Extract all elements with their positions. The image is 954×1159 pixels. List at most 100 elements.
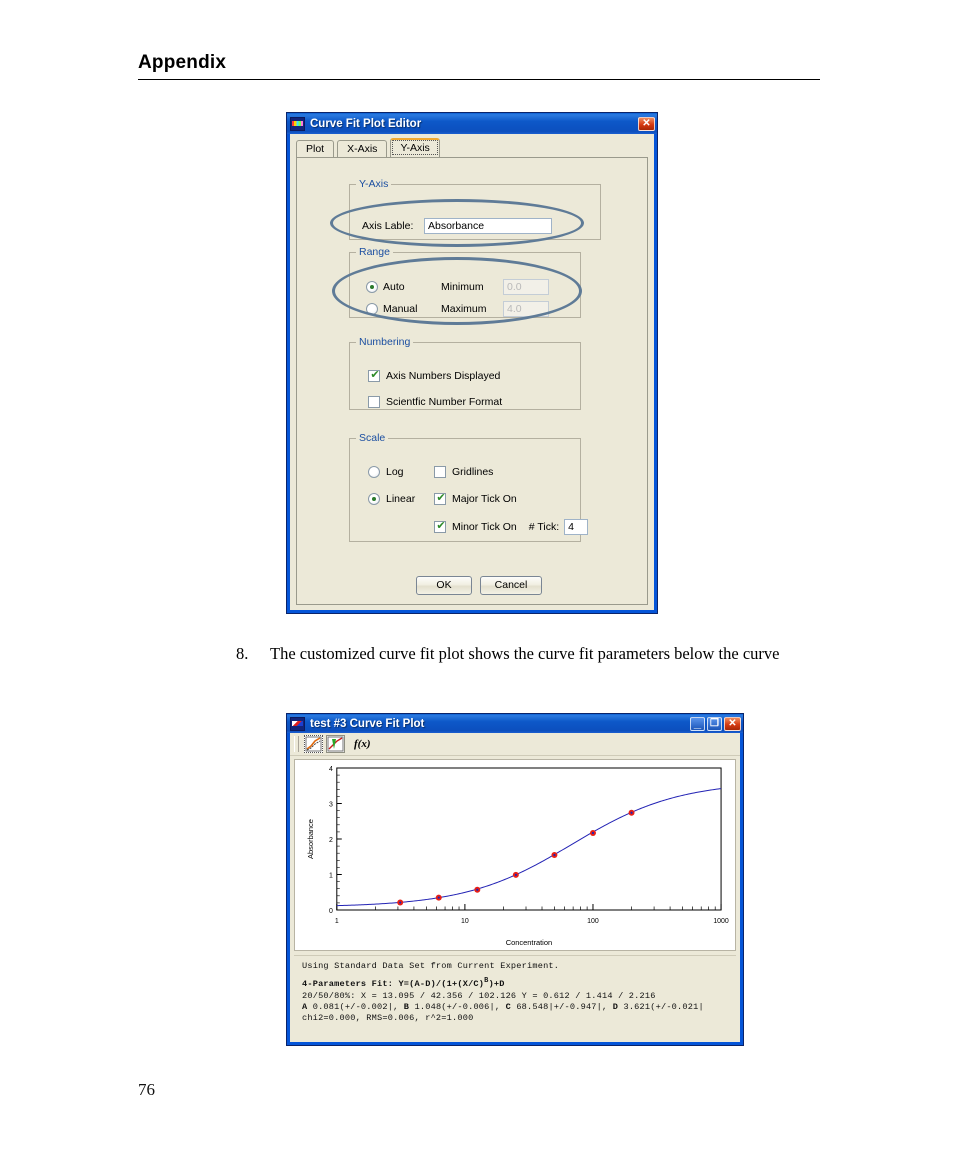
- scientific-format-checkbox[interactable]: [368, 396, 380, 408]
- page-number: 76: [138, 1080, 155, 1099]
- curve-fit-plot-window: test #3 Curve Fit Plot _ ❐ ✕ f(x) 0 1 2 …: [286, 713, 744, 1046]
- maximum-input[interactable]: 4.0: [503, 301, 549, 317]
- log-radio[interactable]: [368, 466, 380, 478]
- curve-fit-icon[interactable]: [326, 735, 345, 753]
- minor-tick-row[interactable]: Minor Tick On # Tick: 4: [434, 519, 589, 535]
- axis-label-input[interactable]: Absorbance: [424, 218, 552, 234]
- chart-canvas: 0 1 2 3 4 1 10 100 1000 Concentration Absorbance: [294, 759, 736, 951]
- axis-numbers-checkbox[interactable]: [368, 368, 381, 382]
- param-c-value: 68.548|+/-0.947|,: [516, 1002, 608, 1013]
- plot-edit-icon[interactable]: [304, 735, 323, 753]
- tab-x-axis[interactable]: X-Axis: [337, 140, 388, 157]
- plot-window-title: test #3 Curve Fit Plot: [310, 717, 425, 730]
- curve-fit-glyph: [327, 736, 344, 752]
- param-b-label: B: [403, 1002, 410, 1013]
- results-fit-prefix: 4-Parameters Fit:: [302, 979, 399, 990]
- svg-text:4: 4: [329, 766, 333, 773]
- fit-results-text: Using Standard Data Set from Current Exp…: [294, 955, 736, 1038]
- ok-button[interactable]: OK: [416, 576, 472, 595]
- tick-count-input[interactable]: 4: [564, 519, 589, 535]
- close-glyph: ✕: [728, 717, 737, 729]
- numbering-group: Numbering Axis Numbers Displayed Scientf…: [349, 336, 581, 410]
- maximize-glyph: ❐: [710, 717, 719, 729]
- y-axis-group-legend: Y-Axis: [359, 178, 389, 190]
- close-icon[interactable]: ✕: [724, 716, 741, 731]
- maximum-label: Maximum: [441, 303, 487, 315]
- auto-radio[interactable]: [366, 281, 378, 293]
- linear-row[interactable]: Linear Major Tick On: [368, 491, 517, 505]
- minimum-label: Minimum: [441, 281, 484, 293]
- major-tick-checkbox[interactable]: [434, 491, 447, 505]
- log-row[interactable]: Log Gridlines: [368, 466, 493, 478]
- svg-text:1: 1: [335, 918, 339, 925]
- minor-tick-checkbox[interactable]: [434, 519, 447, 533]
- axis-label-row: Axis Lable: Absorbance: [362, 218, 552, 234]
- scientific-format-row[interactable]: Scientfic Number Format: [368, 396, 502, 408]
- results-line-3: 20/50/80%: X = 13.095 / 42.356 / 102.126…: [302, 990, 656, 1001]
- minor-tick-label: Minor Tick On: [452, 521, 517, 533]
- range-group-legend: Range: [359, 246, 390, 258]
- results-line-2: 4-Parameters Fit: Y=(A-D)/(1+(X/C)B)+D: [302, 976, 730, 990]
- editor-tabstrip: Plot X-Axis Y-Axis: [296, 138, 654, 157]
- step-number: 8.: [236, 644, 249, 663]
- svg-text:0: 0: [329, 908, 333, 915]
- tab-plot[interactable]: Plot: [296, 140, 335, 157]
- results-formula-b: )+D: [488, 979, 505, 990]
- scale-group: Scale Log Gridlines Linear Major Tick On…: [349, 432, 589, 542]
- gridlines-checkbox[interactable]: [434, 466, 446, 478]
- close-icon[interactable]: ✕: [638, 116, 655, 131]
- plot-window-buttons: _ ❐ ✕: [690, 714, 741, 731]
- manual-label: Manual: [383, 303, 418, 315]
- linear-radio[interactable]: [368, 493, 380, 505]
- param-a-value: 0.081(+/-0.002|,: [312, 1002, 399, 1013]
- editor-titlebar[interactable]: Curve Fit Plot Editor ✕: [287, 113, 657, 134]
- tab-y-axis[interactable]: Y-Axis: [390, 138, 440, 157]
- param-d-value: 3.621(+/-0.021|: [623, 1002, 704, 1013]
- numbering-group-legend: Numbering: [359, 336, 411, 348]
- app-icon: [290, 116, 305, 131]
- tick-count-label: # Tick:: [528, 521, 560, 533]
- range-auto-row[interactable]: Auto Minimum 0.0: [366, 279, 549, 295]
- page-header: Appendix: [138, 52, 820, 80]
- range-manual-row[interactable]: Manual Maximum 4.0: [366, 301, 549, 317]
- editor-title: Curve Fit Plot Editor: [310, 117, 422, 130]
- step-paragraph: 8. The customized curve fit plot shows t…: [236, 643, 824, 665]
- fx-label: f(x): [354, 738, 371, 750]
- maximize-icon[interactable]: ❐: [707, 716, 722, 731]
- results-line-4: A 0.081(+/-0.002|, B 1.048(+/-0.006|, C …: [302, 1002, 730, 1013]
- results-formula-a: Y=(A-D)/(1+(X/C): [398, 979, 485, 990]
- svg-text:Concentration: Concentration: [506, 938, 552, 947]
- manual-radio[interactable]: [366, 303, 378, 315]
- param-d-label: D: [612, 1002, 619, 1013]
- minimum-input[interactable]: 0.0: [503, 279, 549, 295]
- plot-window-body: f(x) 0 1 2 3 4 1 10 100 1000 Concentration Absorba…: [287, 733, 743, 1045]
- cancel-button[interactable]: Cancel: [480, 576, 542, 595]
- editor-body: Plot X-Axis Y-Axis Y-Axis Axis Lable: Ab…: [287, 134, 657, 613]
- param-b-value: 1.048(+/-0.006|,: [414, 1002, 501, 1013]
- results-line-5: chi2=0.000, RMS=0.006, r^2=1.000: [302, 1013, 474, 1024]
- editor-window-buttons: ✕: [638, 116, 655, 131]
- toolbar-grip[interactable]: [294, 736, 299, 752]
- page-title: Appendix: [138, 52, 227, 73]
- minimize-icon[interactable]: _: [690, 714, 705, 731]
- plot-titlebar[interactable]: test #3 Curve Fit Plot _ ❐ ✕: [287, 714, 743, 733]
- major-tick-label: Major Tick On: [452, 493, 517, 505]
- y-axis-group: Y-Axis Axis Lable: Absorbance: [349, 178, 601, 240]
- svg-text:1: 1: [329, 872, 333, 879]
- plot-edit-glyph: [305, 736, 322, 752]
- plot-app-icon: [290, 716, 305, 731]
- close-glyph: ✕: [642, 117, 651, 129]
- param-c-label: C: [505, 1002, 511, 1013]
- minimize-glyph: _: [693, 714, 702, 730]
- range-group: Range Auto Minimum 0.0 Manual Maximum 4.…: [349, 246, 581, 318]
- log-label: Log: [386, 466, 404, 478]
- results-line-1: Using Standard Data Set from Current Exp…: [302, 961, 560, 971]
- svg-text:2: 2: [329, 837, 333, 844]
- header-rule: [138, 79, 820, 80]
- axis-numbers-label: Axis Numbers Displayed: [386, 370, 501, 382]
- curve-fit-plot-editor-dialog: Curve Fit Plot Editor ✕ Plot X-Axis Y-Ax…: [286, 112, 658, 614]
- axis-numbers-row[interactable]: Axis Numbers Displayed: [368, 368, 501, 382]
- step-text: The customized curve fit plot shows the …: [270, 644, 780, 663]
- scale-group-legend: Scale: [359, 432, 386, 444]
- svg-text:1000: 1000: [713, 918, 729, 925]
